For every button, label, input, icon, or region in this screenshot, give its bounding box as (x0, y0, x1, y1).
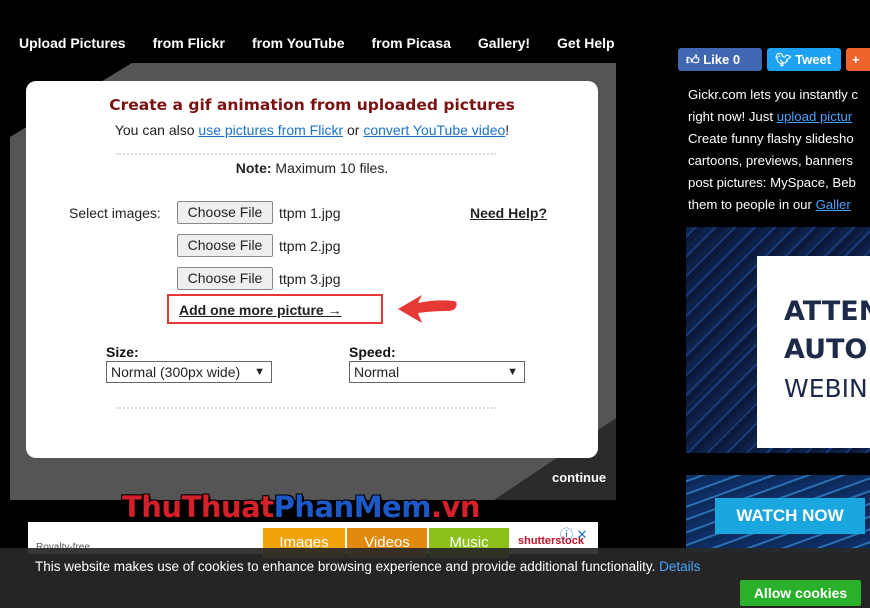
upload-form-card: Create a gif animation from uploaded pic… (26, 81, 598, 458)
cookie-message: This website makes use of cookies to enh… (35, 559, 700, 574)
ad-close-icon[interactable]: ⓘ ✕ (560, 524, 588, 543)
chevron-down-icon: ▼ (507, 366, 518, 378)
plus-label: + (852, 52, 860, 67)
add-more-picture-link[interactable]: Add one more picture → (179, 302, 342, 318)
file-name-2: ttpm 2.jpg (279, 238, 341, 254)
like-label: Like 0 (703, 52, 741, 67)
tweet-label: Tweet (795, 52, 832, 67)
choose-file-button-1[interactable]: Choose File (177, 201, 273, 224)
size-select[interactable]: Normal (300px wide) ▼ (106, 361, 272, 383)
divider (116, 407, 496, 409)
thumbs-up-icon: 👍︎ (686, 52, 700, 67)
description-line: post pictures: MySpace, Beb (688, 174, 856, 190)
nav-from-flickr[interactable]: from Flickr (153, 35, 225, 57)
note: Note: Maximum 10 files. (26, 160, 598, 176)
nav-gallery[interactable]: Gallery! (478, 35, 530, 57)
flickr-link[interactable]: use pictures from Flickr (198, 122, 343, 138)
nav-from-youtube[interactable]: from YouTube (252, 35, 345, 57)
form-subtitle: You can also use pictures from Flickr or… (26, 122, 598, 138)
description-line: Create funny flashy slidesho (688, 130, 854, 146)
top-nav: Upload Pictures from Flickr from YouTube… (0, 35, 623, 57)
form-title: Create a gif animation from uploaded pic… (109, 96, 515, 114)
facebook-like-button[interactable]: 👍︎ Like 0 (678, 48, 762, 71)
ad-text: ATTEN (784, 296, 870, 327)
twitter-bird-icon: 🐦︎ (775, 52, 792, 67)
ad-text: AUTO (784, 334, 868, 365)
red-arrow-icon (398, 295, 457, 323)
subtitle-or: or (347, 122, 360, 138)
gallery-link[interactable]: Galler (816, 197, 851, 212)
select-images-label: Select images: (69, 205, 161, 221)
cookie-text: This website makes use of cookies to enh… (35, 559, 656, 574)
description-text: right now! Just (688, 108, 774, 124)
description-line: them to people in our Galler (688, 194, 870, 216)
share-plus-button[interactable]: + (846, 48, 870, 71)
upload-pictures-link[interactable]: upload pictur (777, 109, 853, 124)
watch-now-button[interactable]: WATCH NOW (715, 498, 865, 534)
speed-select-value: Normal (354, 364, 400, 380)
watermark-logo: ThuThuatPhanMem.vn (122, 490, 481, 524)
note-label: Note: (235, 160, 272, 176)
tweet-button[interactable]: 🐦︎ Tweet (767, 48, 841, 71)
speed-label: Speed: (349, 344, 396, 360)
speed-select[interactable]: Normal ▼ (349, 361, 525, 383)
nav-get-help[interactable]: Get Help (557, 35, 615, 57)
choose-file-button-2[interactable]: Choose File (177, 234, 273, 257)
file-name-3: ttpm 3.jpg (279, 271, 341, 287)
subtitle-suffix: ! (505, 122, 510, 138)
need-help-link[interactable]: Need Help? (470, 205, 547, 221)
file-name-1: ttpm 1.jpg (279, 205, 341, 221)
watermark-part: .vn (430, 490, 481, 524)
divider (116, 153, 496, 155)
continue-button[interactable]: continue (552, 470, 606, 485)
subtitle-prefix: You can also (114, 122, 195, 138)
cookie-details-link[interactable]: Details (659, 559, 700, 574)
description-line: right now! Just upload pictur (688, 106, 870, 128)
size-select-value: Normal (300px wide) (111, 364, 241, 380)
choose-file-button-3[interactable]: Choose File (177, 267, 273, 290)
site-description: Gickr.com lets you instantly c right now… (688, 84, 870, 215)
watermark-part: ThuThuat (122, 490, 274, 524)
youtube-link[interactable]: convert YouTube video (363, 122, 505, 138)
ad-text: WEBIN (784, 374, 868, 403)
description-line: cartoons, previews, banners (688, 152, 853, 168)
note-text: Maximum 10 files. (275, 160, 389, 176)
allow-cookies-button[interactable]: Allow cookies (740, 580, 861, 606)
description-text: them to people in our (688, 196, 812, 212)
nav-upload-pictures[interactable]: Upload Pictures (19, 35, 126, 57)
watermark-part: PhanMem (273, 490, 432, 524)
description-line: Gickr.com lets you instantly c (688, 87, 859, 102)
chevron-down-icon: ▼ (254, 366, 265, 378)
size-label: Size: (106, 344, 139, 360)
nav-from-picasa[interactable]: from Picasa (372, 35, 451, 57)
